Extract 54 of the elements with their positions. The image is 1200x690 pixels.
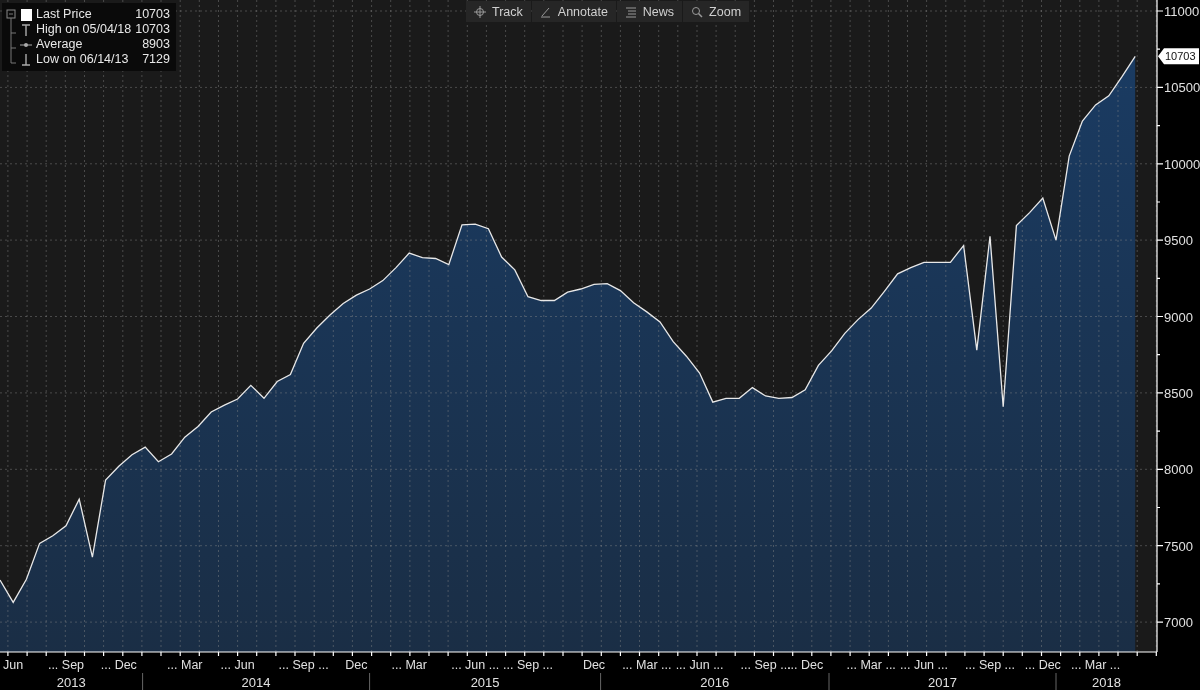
x-tick-label: ... Sep ... (278, 658, 329, 672)
x-tick-label: ... Jun ... (675, 658, 724, 672)
legend-value: 10703 (135, 22, 170, 37)
toolbar-button[interactable]: News (616, 1, 683, 22)
y-tick-label: 9500 (1164, 233, 1193, 249)
legend-value: 10703 (135, 7, 170, 22)
y-tick-label: 9000 (1164, 309, 1193, 325)
x-tick-label: ... Jun ... (451, 658, 500, 672)
year-label: 2018 (1092, 675, 1121, 690)
crosshair-icon (474, 5, 486, 18)
x-tick-label: ... Mar (391, 658, 427, 672)
y-tick-label: 8500 (1164, 385, 1193, 401)
x-tick-label: ... Jun (220, 658, 255, 672)
legend-value: 7129 (141, 52, 170, 67)
x-tick-label: Dec (582, 658, 606, 672)
last-price-tag: 10703 (1158, 48, 1199, 65)
y-tick-label: 8000 (1164, 462, 1193, 478)
x-tick-label: Jun (3, 658, 24, 672)
tree-lines-drawing (6, 7, 18, 67)
y-tick-label: 7000 (1164, 615, 1193, 631)
pencil-icon (539, 5, 552, 18)
toolbar-button[interactable]: Track (466, 1, 531, 22)
x-tick-label: ... Mar (167, 658, 203, 672)
year-label: 2015 (470, 675, 500, 690)
legend-label: High on 05/04/18 (36, 22, 132, 37)
x-tick-label: ... Sep ... (965, 658, 1015, 672)
x-tick-label: Dec (345, 658, 368, 672)
x-tick-label: ... Dec (100, 658, 137, 672)
search-icon (691, 5, 704, 18)
legend-label: Low on 06/14/13 (36, 52, 130, 67)
y-tick-label: 10000 (1164, 156, 1200, 172)
news-list-icon (624, 5, 637, 18)
toolbar-button[interactable]: Zoom (683, 1, 750, 22)
x-tick-label: ... Sep ... (503, 658, 553, 672)
legend-value: 8903 (141, 37, 170, 52)
year-label: 2013 (56, 675, 86, 690)
year-label: 2014 (241, 675, 271, 690)
legend-label: Average (36, 37, 84, 52)
y-tick-label: 11000 (1164, 4, 1200, 19)
y-tick-label: 7500 (1164, 538, 1193, 554)
x-tick-label: ... Mar ... (622, 658, 672, 672)
x-tick-label: ... Mar ... (1070, 658, 1121, 672)
legend-label: Last Price (36, 7, 93, 22)
low-marker-icon (20, 52, 32, 67)
x-tick-label: ... Dec (1024, 658, 1061, 672)
legend-square-icon (20, 7, 32, 22)
y-tick-label: 10500 (1164, 80, 1200, 96)
year-label: 2017 (928, 675, 957, 690)
x-tick-label: ... Jun ... (900, 658, 948, 672)
toolbar-button[interactable]: Annotate (531, 1, 616, 22)
year-label: 2016 (700, 675, 730, 690)
high-marker-icon (20, 22, 32, 37)
x-tick-label: ... Mar ... (846, 658, 896, 672)
x-tick-label: ... Sep (47, 658, 85, 672)
